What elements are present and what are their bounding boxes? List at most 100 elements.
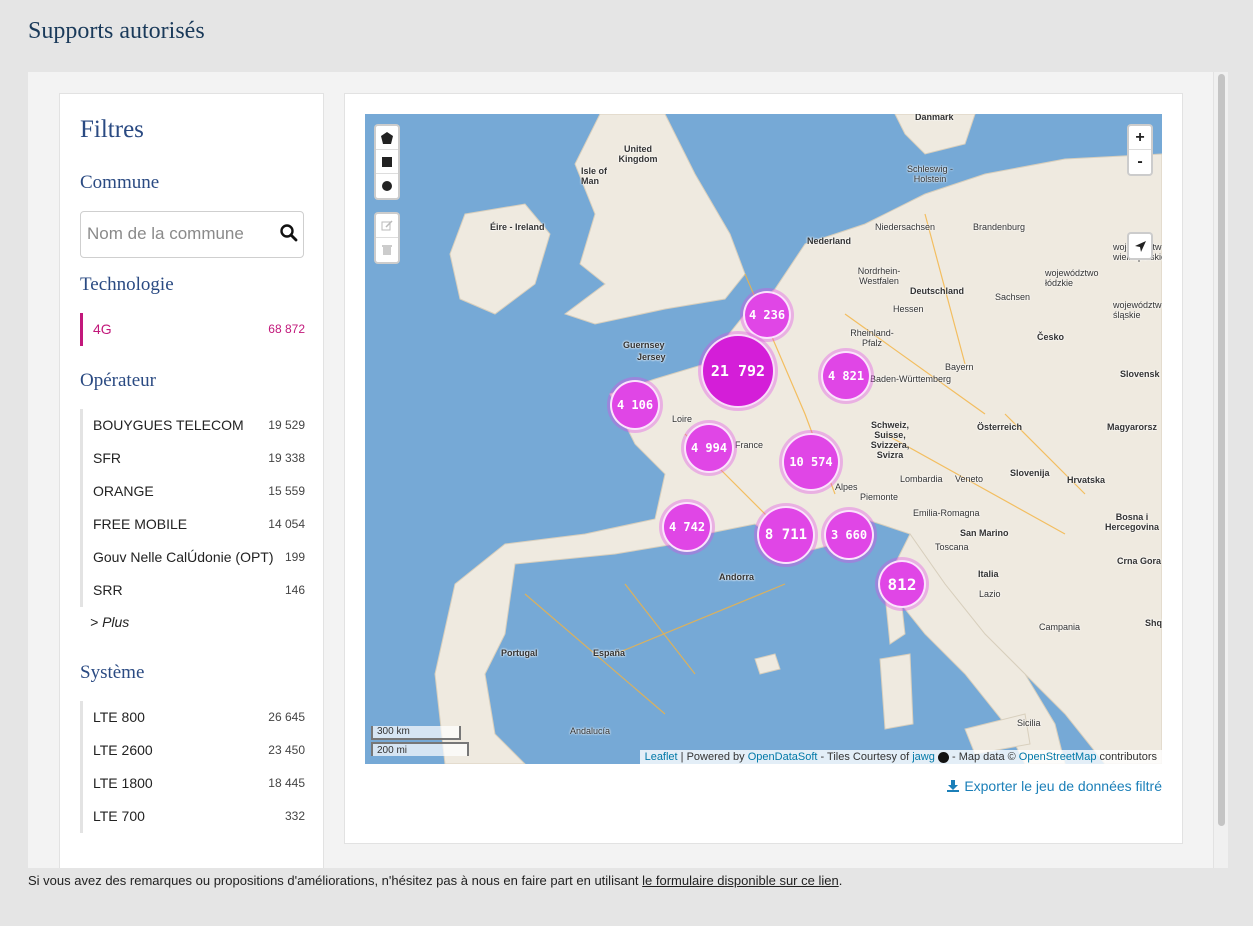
footer-text: Si vous avez des remarques ou propositio… [28,873,639,888]
map-label: Lazio [979,589,1001,599]
cluster-marker[interactable]: 812 [878,560,926,608]
export-filtered-link[interactable]: Exporter le jeu de données filtré [946,778,1162,794]
map-label: San Marino [960,528,1009,538]
map-label: Österreich [977,422,1023,432]
facet-label: LTE 1800 [93,775,153,791]
zoom-in-button[interactable]: + [1129,126,1151,150]
cluster-marker[interactable]: 4 236 [743,291,791,339]
facet-count: 19 338 [268,451,305,465]
facet-count: 23 450 [268,743,305,757]
facet-label: LTE 2600 [93,742,153,758]
cluster-marker[interactable]: 10 574 [782,433,840,491]
map-label: Jersey [637,352,666,362]
cluster-marker[interactable]: 4 821 [821,351,871,401]
cluster-marker[interactable]: 8 711 [757,506,815,564]
map-label: Campania [1039,622,1081,632]
technologie-list: 4G 68 872 [80,313,305,346]
map-attribution: Leaflet | Powered by OpenDataSoft - Tile… [639,750,1162,764]
map-label: Niedersachsen [875,222,936,232]
facet-label: ORANGE [93,483,154,499]
map-label: Magyarorsz [1107,422,1158,432]
trash-icon[interactable] [376,238,398,262]
locate-control [1127,232,1153,260]
map-label: Schleswig - Holstein [906,164,953,184]
jawg-logo-icon [937,751,949,763]
map-label: województwo śląskie [1113,300,1162,320]
facet-label: 4G [93,321,112,337]
filters-panel: Filtres Commune Technologie 4G 68 872 Op… [59,93,324,868]
jawg-link[interactable]: jawg [912,751,935,763]
map-label: województwo łódzkie [1045,268,1099,288]
facet-item-4g[interactable]: 4G 68 872 [80,313,305,346]
cluster-marker[interactable]: 3 660 [824,510,874,560]
map-label: France [735,440,764,450]
circle-icon[interactable] [376,174,398,198]
map-label: Nordrhein-Westfalen [857,266,901,286]
locate-icon[interactable] [1129,234,1151,258]
facet-label: SRR [93,582,123,598]
map-label: Deutschland [910,286,965,296]
map-label: United Kingdom [618,144,658,164]
map-label: Alpes [835,482,858,492]
map-label: Nederland [807,236,852,246]
facet-item-orange[interactable]: ORANGE 15 559 [83,475,305,508]
facet-label: LTE 700 [93,808,145,824]
rectangle-icon[interactable] [376,150,398,174]
facet-item-opt[interactable]: Gouv Nelle CalÚdonie (OPT) 199 [83,541,305,574]
attribution-text: contributors [1099,751,1157,763]
facet-item-bouygues[interactable]: BOUYGUES TELECOM 19 529 [83,409,305,442]
map-label: Isle of Man [581,166,608,186]
facet-item-free[interactable]: FREE MOBILE 14 054 [83,508,305,541]
facet-item-lte800[interactable]: LTE 800 26 645 [83,701,305,734]
edit-icon[interactable] [376,214,398,238]
cluster-marker[interactable]: 4 742 [662,502,712,552]
osm-link[interactable]: OpenStreetMap [1019,751,1097,763]
facet-item-sfr[interactable]: SFR 19 338 [83,442,305,475]
search-icon[interactable] [279,223,299,243]
facet-label: BOUYGUES TELECOM [93,417,244,433]
facet-label: Gouv Nelle CalÚdonie (OPT) [93,549,274,565]
systeme-list: LTE 800 26 645 LTE 2600 23 450 LTE 1800 … [80,701,305,833]
facet-item-lte1800[interactable]: LTE 1800 18 445 [83,767,305,800]
map-label: Crna Gora [1117,556,1162,566]
map-basemap [365,114,1162,764]
facet-count: 18 445 [268,776,305,790]
opendatasoft-link[interactable]: OpenDataSoft [748,751,818,763]
map-label: Toscana [935,542,969,552]
commune-search-box[interactable] [80,211,304,258]
map-label: Veneto [955,474,984,484]
zoom-out-button[interactable]: - [1129,150,1151,174]
filters-title: Filtres [80,116,144,143]
facet-item-lte2600[interactable]: LTE 2600 23 450 [83,734,305,767]
map-label: Piemonte [860,492,899,502]
scrollbar-thumb[interactable] [1218,74,1225,826]
facet-count: 26 645 [268,710,305,724]
facet-label: FREE MOBILE [93,516,188,532]
commune-section-title: Commune [80,172,160,193]
cluster-marker[interactable]: 4 994 [684,423,734,473]
polygon-icon[interactable] [376,126,398,150]
technologie-section-title: Technologie [80,274,174,295]
operateur-section-title: Opérateur [80,370,156,391]
map-label: Hessen [893,304,924,314]
zoom-control: + - [1127,124,1153,176]
leaflet-link[interactable]: Leaflet [645,751,678,763]
cluster-marker[interactable]: 21 792 [701,334,775,408]
commune-search-input[interactable] [87,224,267,244]
page-scrollbar[interactable] [1213,72,1228,868]
more-operateurs-link[interactable]: > Plus [80,607,129,637]
facet-item-lte700[interactable]: LTE 700 332 [83,800,305,833]
map-label: Hrvatska [1067,475,1106,485]
cluster-marker[interactable]: 4 106 [610,380,660,430]
map-label: Emilia-Romagna [913,508,980,518]
map-label: Bayern [945,362,974,372]
content-frame: Filtres Commune Technologie 4G 68 872 Op… [28,72,1228,868]
map-view[interactable]: Danmark United Kingdom Isle of Man Éire … [365,114,1162,764]
feedback-form-link[interactable]: le formulaire disponible sur ce lien [642,873,839,888]
map-card: Danmark United Kingdom Isle of Man Éire … [344,93,1183,844]
facet-item-srr[interactable]: SRR 146 [83,574,305,607]
map-label: Baden-Württemberg [870,374,952,384]
systeme-section-title: Système [80,662,145,683]
facet-label: SFR [93,450,121,466]
download-icon [947,780,960,792]
